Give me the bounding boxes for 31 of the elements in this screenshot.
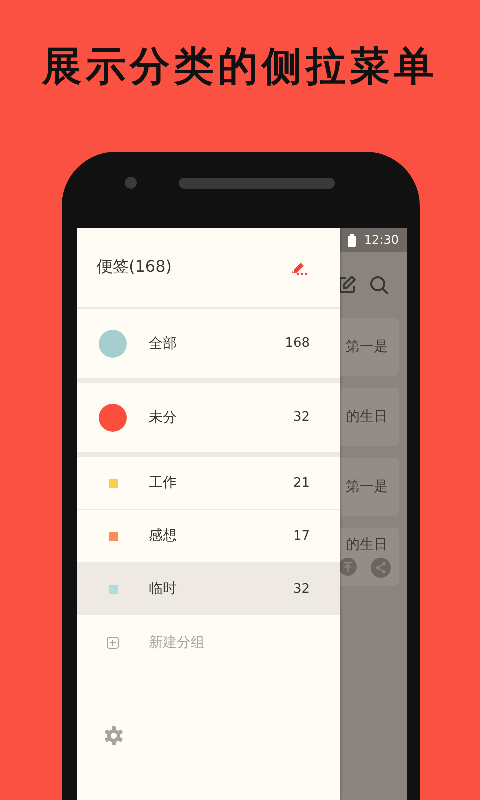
category-count: 17 [293,528,310,544]
battery-icon [348,234,356,246]
pin-top-icon[interactable] [339,558,357,576]
category-label: 未分 [149,408,178,426]
add-square-icon [107,637,119,649]
category-item[interactable]: 未分 32 [77,383,340,457]
status-time: 12:30 [364,233,399,247]
camera-icon [125,177,137,189]
category-label: 临时 [149,580,178,598]
drawer-title: 便签(168) [97,257,172,278]
category-label: 全部 [149,334,178,352]
note-text: 第一是 [346,338,388,356]
category-count: 21 [293,476,310,490]
headline: 展示分类的侧拉菜单 [40,42,439,92]
category-item[interactable]: 临时 32 [77,563,340,615]
new-group-label: 新建分组 [149,634,206,652]
category-count: 32 [293,410,310,425]
category-label: 工作 [149,474,178,492]
pencil-icon[interactable] [292,260,308,274]
edit-icon[interactable] [338,276,356,294]
category-item[interactable]: 全部 168 [77,309,340,383]
note-text: 第一是 [346,478,388,496]
search-icon[interactable] [370,276,389,294]
category-count: 168 [285,336,310,351]
category-item[interactable]: 工作 21 [77,457,340,510]
category-label: 感想 [149,527,178,545]
settings-icon[interactable] [104,726,124,746]
speaker-icon [179,178,335,189]
note-text: 的生日 [346,536,388,554]
note-text: 的生日 [346,408,388,426]
category-count: 32 [293,582,310,596]
